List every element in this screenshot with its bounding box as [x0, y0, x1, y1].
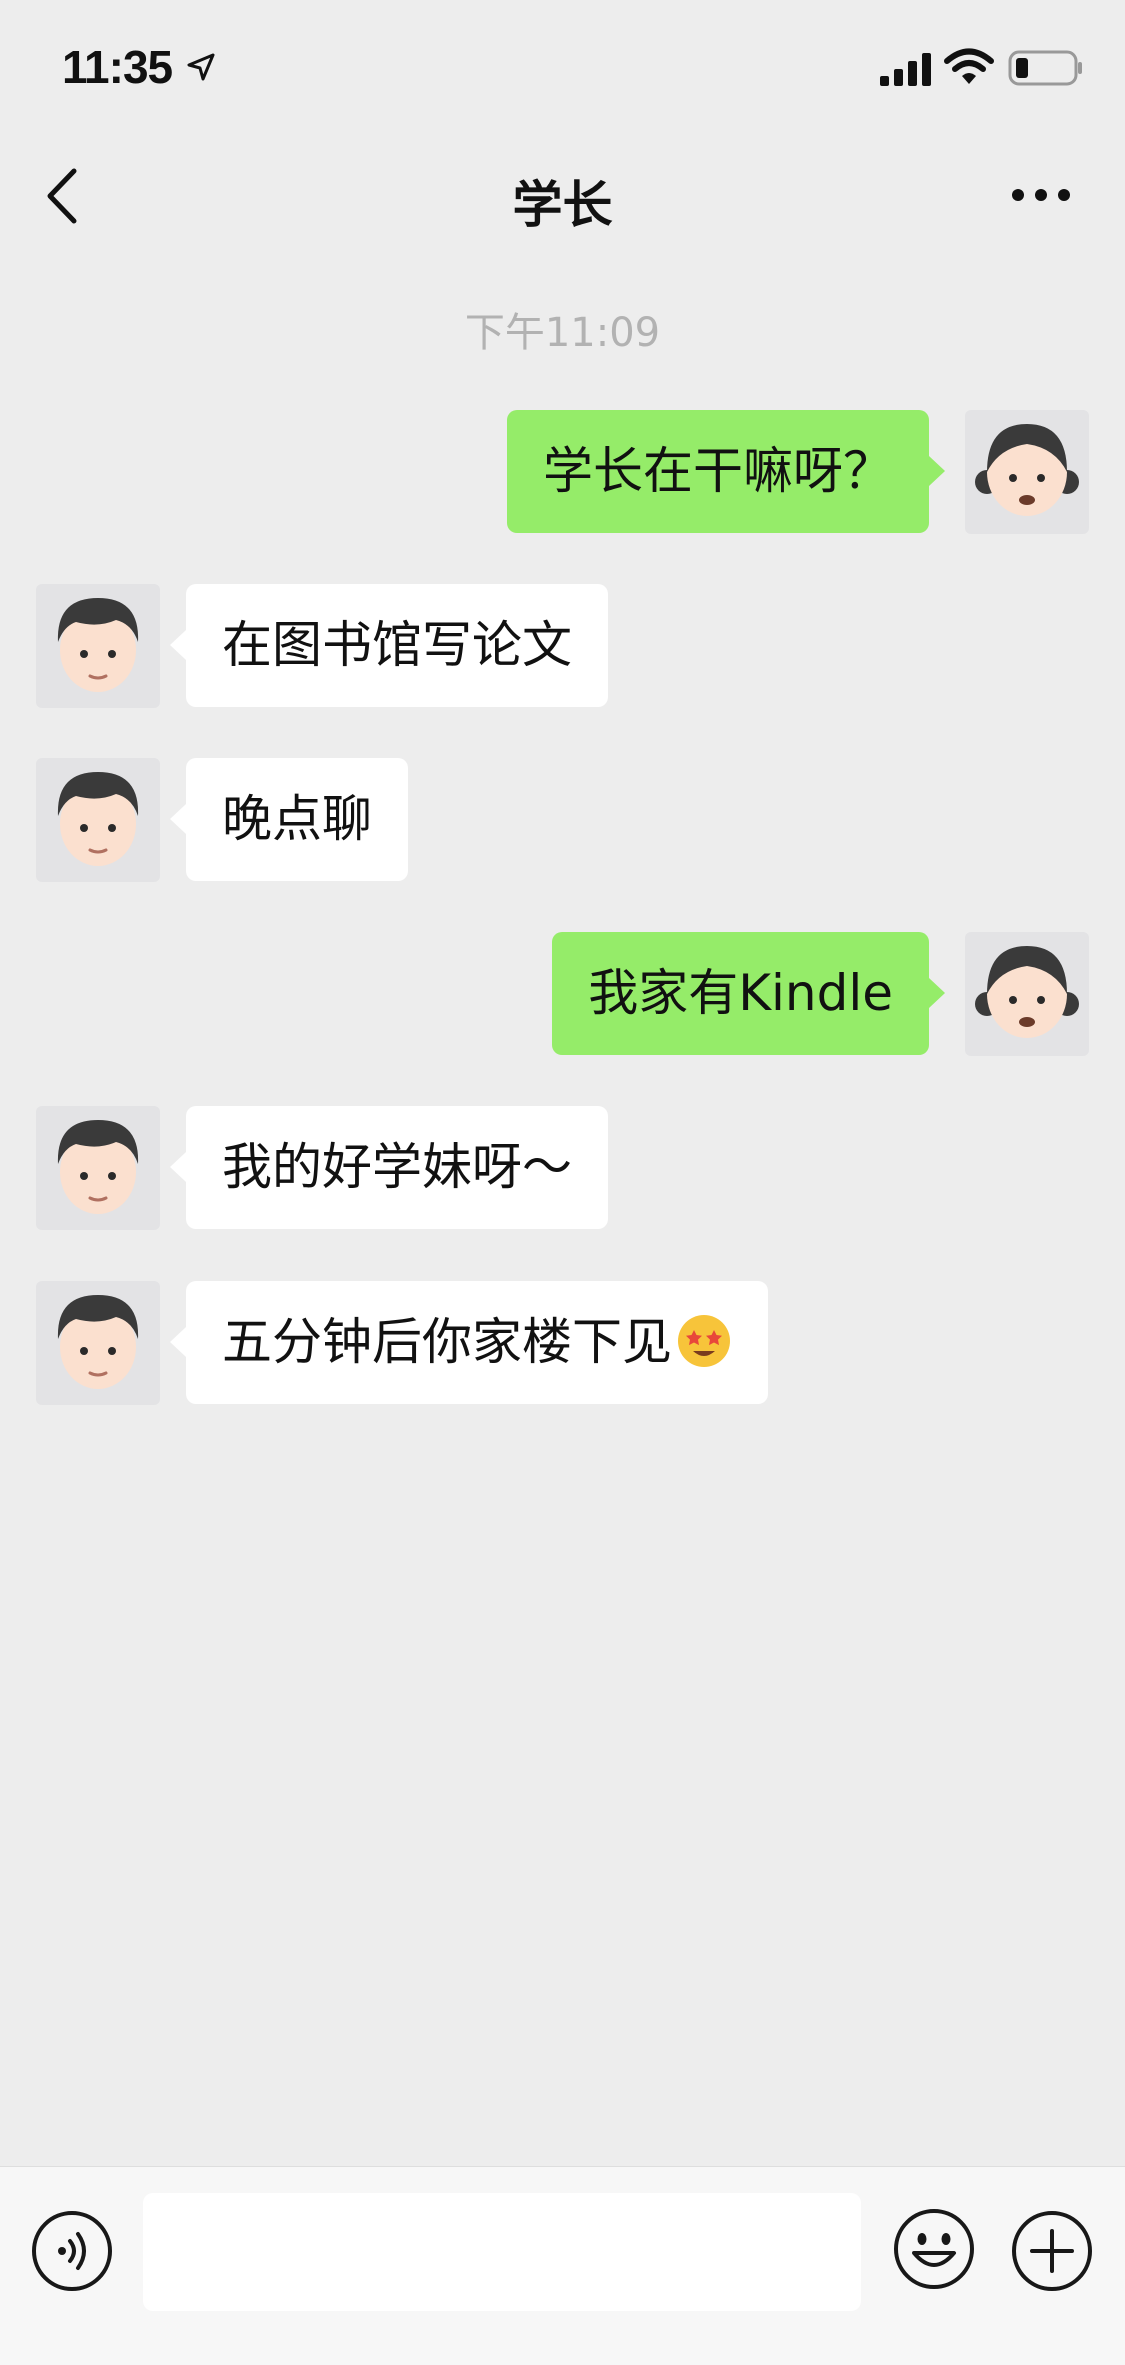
nav-bar: 学长 [0, 135, 1125, 260]
wifi-icon [944, 48, 994, 84]
message-row: 我的好学妹呀～ [0, 1106, 1125, 1230]
message-input[interactable] [143, 2193, 861, 2311]
sent-message-bubble[interactable]: 学长在干嘛呀？ [507, 410, 945, 533]
plus-icon[interactable] [1010, 2209, 1094, 2293]
message-row: 我家有Kindle [0, 932, 1125, 1056]
message-text: 五分钟后你家楼下见 [222, 1313, 672, 1371]
sent-message-bubble[interactable]: 我家有Kindle [552, 932, 945, 1055]
girl-face-icon [975, 946, 1079, 1038]
boy-avatar[interactable] [36, 584, 160, 708]
input-bar [0, 2166, 1125, 2365]
boy-face-icon [57, 1295, 139, 1389]
more-dots-icon[interactable] [1010, 175, 1072, 215]
boy-avatar[interactable] [36, 1281, 160, 1405]
chat-title: 学长 [512, 176, 613, 234]
boy-avatar[interactable] [36, 758, 160, 882]
girl-face-icon [975, 424, 1079, 516]
star-struck-emoji-icon [678, 1315, 730, 1367]
status-time: 11:35 [62, 41, 173, 93]
boy-avatar[interactable] [36, 1106, 160, 1230]
voice-icon[interactable] [30, 2209, 114, 2293]
message-timestamp: 下午11:09 [464, 310, 661, 356]
message-row: 在图书馆写论文 [0, 584, 1125, 708]
message-row: 晚点聊 [0, 758, 1125, 882]
battery-icon [1008, 50, 1082, 86]
message-row: 学长在干嘛呀？ [0, 410, 1125, 534]
signal-icon [880, 53, 931, 86]
emoji-icon[interactable] [892, 2207, 976, 2291]
received-message-bubble[interactable]: 我的好学妹呀～ [170, 1106, 608, 1229]
message-row: 五分钟后你家楼下见 [0, 1281, 1125, 1405]
boy-face-icon [57, 1120, 139, 1214]
received-message-bubble[interactable]: 晚点聊 [170, 758, 408, 881]
location-arrow-icon [187, 53, 215, 81]
boy-face-icon [57, 598, 139, 692]
boy-face-icon [57, 772, 139, 866]
status-bar: 11:35 [0, 0, 1125, 135]
received-message-bubble[interactable]: 在图书馆写论文 [170, 584, 608, 707]
girl-avatar[interactable] [965, 932, 1089, 1056]
girl-avatar[interactable] [965, 410, 1089, 534]
received-message-bubble[interactable]: 五分钟后你家楼下见 [170, 1281, 768, 1404]
